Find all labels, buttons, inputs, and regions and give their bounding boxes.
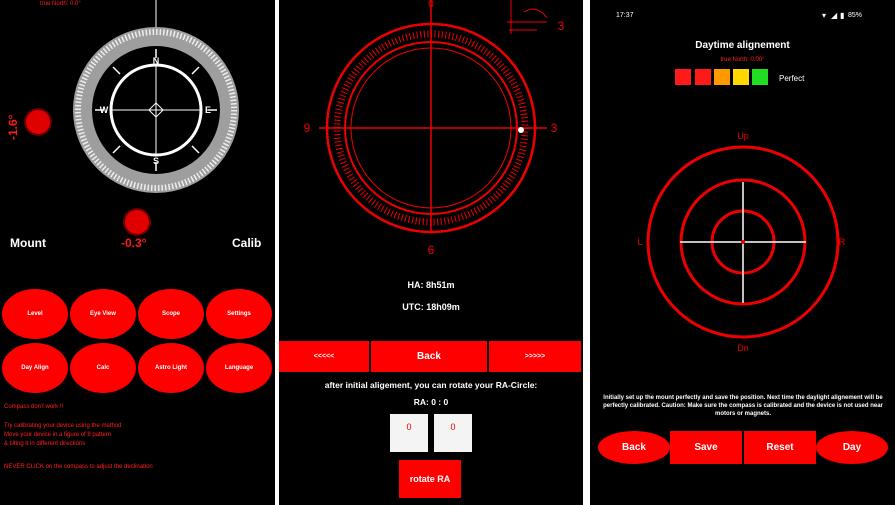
corner-number: 3 <box>558 19 565 33</box>
compass-west-label: W <box>100 105 109 115</box>
compass-south-label: S <box>153 156 159 166</box>
signal-icon: ◢ <box>831 11 838 20</box>
astro-light-button[interactable]: Astro Light <box>138 343 204 393</box>
eye-view-button[interactable]: Eye View <box>70 289 136 339</box>
calc-button[interactable]: Calc <box>70 343 136 393</box>
ra-info-text: after initial aligement, you can rotate … <box>324 380 538 390</box>
quality-indicator-4 <box>733 69 749 85</box>
status-battery: 85% <box>848 12 863 19</box>
status-time: 17:37 <box>616 12 634 19</box>
settings-button[interactable]: Settings <box>206 289 272 339</box>
wifi-icon: ▾ <box>822 11 827 20</box>
reset-button[interactable]: Reset <box>744 431 816 464</box>
utc-text: UTC: 18h09m <box>402 302 460 312</box>
level-target: Up Dn L R <box>637 131 846 353</box>
level-button[interactable]: Level <box>2 289 68 339</box>
quality-label: Perfect <box>779 74 805 83</box>
dial-label-9: 9 <box>304 121 311 135</box>
quality-indicator-5 <box>752 69 768 85</box>
hour-angle-text: HA: 8h51m <box>407 280 455 290</box>
day-align-button[interactable]: Day Align <box>2 343 68 393</box>
compass-dial[interactable]: N E S W <box>70 0 245 200</box>
save-button[interactable]: Save <box>670 431 742 464</box>
back-button[interactable]: Back <box>371 341 487 372</box>
battery-icon: ▮ <box>840 11 845 20</box>
alignment-instructions: Initially set up the mount perfectly and… <box>603 395 883 417</box>
day-button[interactable]: Day <box>816 431 888 464</box>
left-label: L <box>637 237 642 247</box>
true-north-readout: true North: 0.00° <box>720 57 765 63</box>
quality-indicator-1 <box>675 69 691 85</box>
mount-button[interactable]: Mount <box>10 236 46 250</box>
daytime-alignment-screen: 17:37 ▾ ◢ ▮ 85% Daytime alignement true … <box>590 0 895 505</box>
down-label: Dn <box>737 343 749 353</box>
instruction-line-2: Move your device in a figure of 8 patter… <box>4 432 112 438</box>
quality-indicator-3 <box>714 69 730 85</box>
right-label: R <box>839 237 846 247</box>
ra-value-text: RA: 0 : 0 <box>413 397 449 407</box>
calib-button[interactable]: Calib <box>232 236 261 250</box>
compass-screen: true North: 0.0° N E S W -1.6° -0.3° Mou… <box>0 0 275 505</box>
dial-label-0: 0 <box>428 0 434 10</box>
rotate-ra-button[interactable]: rotate RA <box>399 460 461 498</box>
dial-label-3: 3 <box>551 121 558 135</box>
language-button[interactable]: Language <box>206 343 272 393</box>
tilt-left-readout: -1.6° <box>6 114 20 140</box>
instruction-line-3: & tilting it in different directions <box>4 441 86 447</box>
compass-east-label: E <box>205 105 211 115</box>
compass-status: Compass don't work !! <box>4 404 64 410</box>
tilt-bottom-readout: -0.3° <box>121 236 147 250</box>
tilt-bottom-bubble <box>125 210 149 234</box>
ra-hours-input[interactable]: 0 <box>390 414 428 452</box>
instruction-line-1: Try calibrating your device using the me… <box>4 423 122 429</box>
ra-circle-screen: 0 3 6 9 3 HA: 8h51m UTC: 18h09m <<<<< Ba… <box>279 0 583 505</box>
ra-minutes-input[interactable]: 0 <box>434 414 472 452</box>
declination-hint: NEVER CLICK on the compass to adjust the… <box>4 464 153 470</box>
rotate-right-button[interactable]: >>>>> <box>489 341 581 372</box>
quality-indicator-2 <box>695 69 711 85</box>
scope-button[interactable]: Scope <box>138 289 204 339</box>
ra-circle-dial[interactable]: 0 3 6 9 3 <box>279 0 583 260</box>
compass-north-label: N <box>153 56 160 66</box>
back-button[interactable]: Back <box>598 431 670 464</box>
tilt-left-bubble <box>26 110 50 134</box>
rotate-left-button[interactable]: <<<<< <box>279 341 369 372</box>
up-label: Up <box>737 131 749 141</box>
dial-label-6: 6 <box>428 243 435 257</box>
screen-title: Daytime alignement <box>695 40 790 51</box>
